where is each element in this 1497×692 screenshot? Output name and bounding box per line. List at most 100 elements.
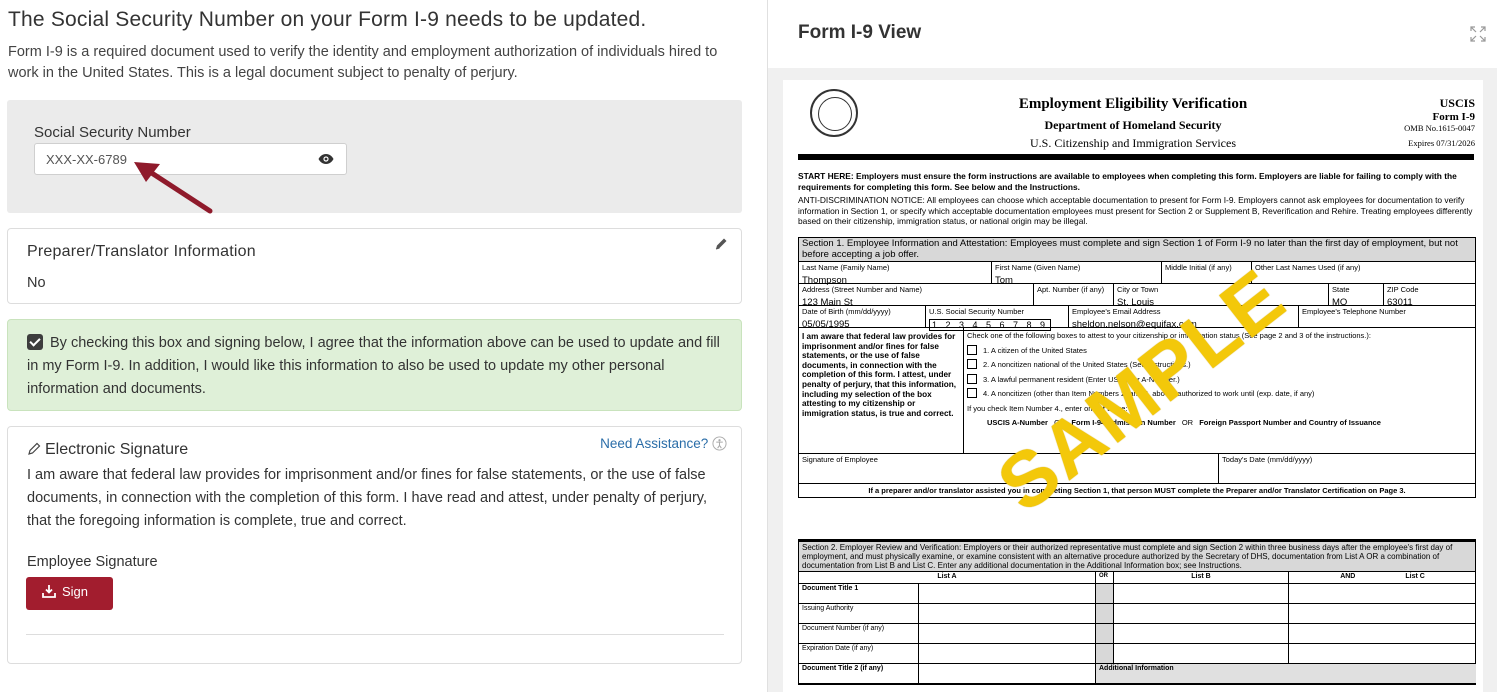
last-name-cell: Last Name (Family Name) Thompson xyxy=(799,262,992,286)
consent-box: By checking this box and signing below, … xyxy=(7,319,742,411)
address-row: Address (Street Number and Name) 123 Main… xyxy=(799,284,1476,308)
preparer-title: Preparer/Translator Information xyxy=(27,243,256,260)
checkbox[interactable] xyxy=(967,373,977,384)
signature-title: Electronic Signature xyxy=(27,441,188,459)
doc-number-label: Document Number (if any) xyxy=(799,624,919,643)
gap xyxy=(1096,584,1114,603)
gap xyxy=(1096,624,1114,643)
employee-signature-label: Employee Signature xyxy=(27,554,158,570)
divider xyxy=(26,634,724,635)
exp-date-label: Expiration Date (if any) xyxy=(799,644,919,663)
form-view-title: Form I-9 View xyxy=(798,22,922,43)
exp-date-b xyxy=(1114,644,1289,663)
expiry: Expires 07/31/2026 xyxy=(1408,138,1475,148)
and-label: AND xyxy=(1340,573,1356,580)
exp-date-a xyxy=(919,644,1096,663)
form-agency: U.S. Citizenship and Immigration Service… xyxy=(1030,136,1236,150)
issuing-label: Issuing Authority xyxy=(799,604,919,623)
list-c-header: AND List C xyxy=(1289,572,1476,583)
anti-discrimination: ANTI-DISCRIMINATION NOTICE: All employee… xyxy=(798,195,1473,226)
start-here: START HERE: Employers must ensure the fo… xyxy=(798,171,1457,192)
checkbox[interactable] xyxy=(967,388,977,398)
form-view-header: Form I-9 View xyxy=(768,0,1497,68)
phone-cell: Employee's Telephone Number xyxy=(1299,306,1476,327)
uscis-label: USCIS xyxy=(1439,96,1475,110)
section1-header: Section 1. Employee Information and Atte… xyxy=(799,238,1475,262)
today-label: Today's Date (mm/dd/yyyy) xyxy=(1222,455,1313,464)
ssn-label: Social Security Number xyxy=(34,124,191,141)
apt-cell: Apt. Number (if any) xyxy=(1034,284,1114,305)
list-b-header: List B xyxy=(1114,572,1289,583)
update-panel: The Social Security Number on your Form … xyxy=(0,0,750,692)
doc-title1-a xyxy=(919,584,1096,603)
form-id-block: USCIS Form I-9 OMB No.1615-0047 Expires … xyxy=(1404,96,1475,148)
consent-checkbox[interactable] xyxy=(27,334,43,350)
list-c-label: List C xyxy=(1405,573,1425,580)
zip-label: ZIP Code xyxy=(1387,285,1419,294)
signature-title-text: Electronic Signature xyxy=(45,441,189,458)
or-label: OR xyxy=(1181,418,1194,427)
ssn-cell: U.S. Social Security Number 1 2 3 4 5 6 7… xyxy=(926,306,1069,331)
doc-number-row: Document Number (if any) xyxy=(799,624,1475,644)
omb-number: OMB No.1615-0047 xyxy=(1404,123,1475,133)
form-title: Employment Eligibility Verification xyxy=(1018,96,1248,112)
status-option-4[interactable]: 4. A noncitizen (other than Item Numbers… xyxy=(967,387,1473,402)
doc-title2-row: Document Title 2 (if any) Additional Info… xyxy=(799,664,1476,684)
list-a-header: List A xyxy=(799,572,1096,583)
or-label: OR xyxy=(1096,572,1114,583)
signature-card: Electronic Signature Need Assistance? I … xyxy=(7,426,742,664)
ssn-value: XXX-XX-6789 xyxy=(46,152,127,167)
sign-button-label: Sign xyxy=(62,584,89,599)
other-names-label: Other Last Names Used (if any) xyxy=(1255,263,1361,272)
gap xyxy=(1096,604,1114,623)
page-heading: The Social Security Number on your Form … xyxy=(8,8,647,31)
additional-info-label: Additional Information xyxy=(1096,664,1476,683)
doc-number-b xyxy=(1114,624,1289,643)
issuing-b xyxy=(1114,604,1289,623)
form-number: Form I-9 xyxy=(1432,111,1475,123)
doc-number-a xyxy=(919,624,1096,643)
eye-icon[interactable] xyxy=(318,152,334,166)
signature-attestation: I am aware that federal law provides for… xyxy=(27,467,707,529)
preparer-value: No xyxy=(27,275,46,291)
state-label: State xyxy=(1332,285,1350,294)
preparer-card: Preparer/Translator Information No xyxy=(7,228,742,304)
divider xyxy=(798,154,1474,160)
list-header-row: List A OR List B AND List C xyxy=(799,572,1475,584)
zip-cell: ZIP Code 63011 xyxy=(1384,284,1476,308)
apt-label: Apt. Number (if any) xyxy=(1037,285,1105,294)
doc-title2-a xyxy=(919,664,1096,683)
expand-icon[interactable] xyxy=(1470,26,1486,42)
doc-title2-label: Document Title 2 (if any) xyxy=(799,664,919,683)
ssn-field-label: U.S. Social Security Number xyxy=(929,307,1025,316)
issuing-row: Issuing Authority xyxy=(799,604,1475,624)
exp-date-row: Expiration Date (if any) xyxy=(799,644,1475,664)
accessibility-icon xyxy=(712,436,727,451)
edit-pencil-icon[interactable] xyxy=(714,237,728,251)
section2: Section 2. Employer Review and Verificat… xyxy=(798,539,1476,685)
i9-document: Employment Eligibility Verification Depa… xyxy=(783,80,1483,692)
name-row: Last Name (Family Name) Thompson First Na… xyxy=(799,262,1476,286)
consent-text: By checking this box and signing below, … xyxy=(27,335,720,397)
form-title-block: Employment Eligibility Verification Depa… xyxy=(783,96,1483,151)
passport-label: Foreign Passport Number and Country of I… xyxy=(1199,418,1381,427)
sign-button[interactable]: Sign xyxy=(26,577,113,610)
other-names-cell: Other Last Names Used (if any) xyxy=(1252,262,1476,283)
section2-header: Section 2. Employer Review and Verificat… xyxy=(799,542,1475,572)
opt1-text: 1. A citizen of the United States xyxy=(983,345,1087,355)
download-icon xyxy=(42,585,56,598)
intro-text: Form I-9 is a required document used to … xyxy=(8,44,718,81)
first-name-label: First Name (Given Name) xyxy=(995,263,1081,272)
dob-label: Date of Birth (mm/dd/yyyy) xyxy=(802,307,891,316)
checkbox[interactable] xyxy=(967,359,977,369)
doc-title1-row: Document Title 1 xyxy=(799,584,1475,604)
last-name-label: Last Name (Family Name) xyxy=(802,263,890,272)
need-assistance-link[interactable]: Need Assistance? xyxy=(600,436,727,451)
ssn-section: Social Security Number XXX-XX-6789 xyxy=(7,100,742,213)
doc-title1-b xyxy=(1114,584,1289,603)
phone-label: Employee's Telephone Number xyxy=(1302,307,1406,316)
pointer-arrow-icon xyxy=(134,162,213,214)
checkbox[interactable] xyxy=(967,344,977,355)
address-label: Address (Street Number and Name) xyxy=(802,285,923,294)
need-assistance-text: Need Assistance? xyxy=(600,436,709,451)
